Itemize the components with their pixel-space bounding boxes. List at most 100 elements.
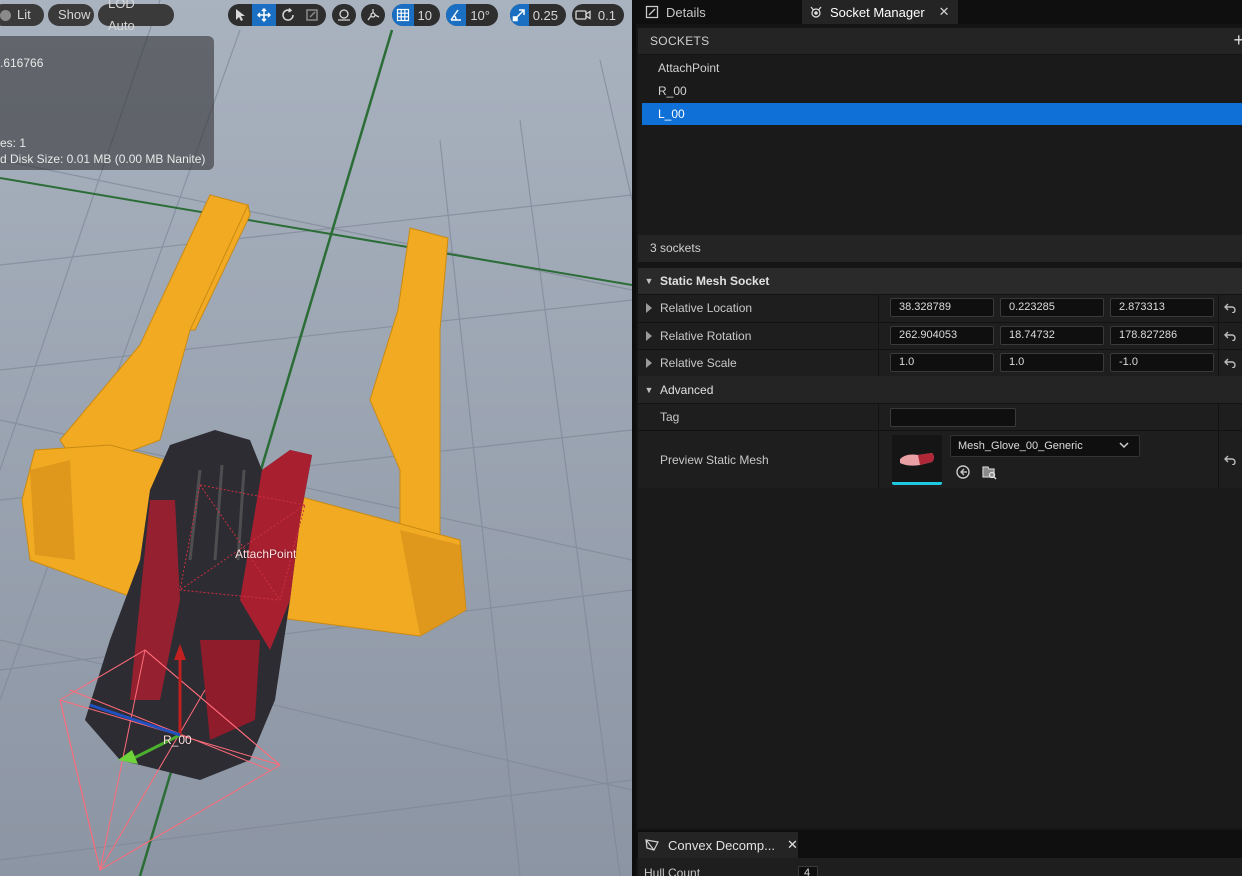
camera-icon[interactable] [572, 4, 594, 26]
grid-snap-icon[interactable] [392, 4, 414, 26]
viewport[interactable]: AttachPoint R_00 .616766 es: 1 d Disk Si… [0, 0, 632, 876]
stats-line-3: d Disk Size: 0.01 MB (0.00 MB Nanite) [0, 152, 206, 166]
select-arrow-icon[interactable] [228, 4, 252, 26]
translate-icon[interactable] [252, 4, 276, 26]
hull-count-field[interactable]: 4 [798, 866, 818, 876]
stats-line-2: es: 1 [0, 136, 27, 150]
camera-speed-value: 0.1 [597, 7, 616, 23]
socket-item-r00[interactable]: R_00 [642, 80, 1242, 102]
column-divider [878, 323, 879, 349]
reset-arrow-icon[interactable] [1222, 328, 1238, 344]
relative-scale-x-field[interactable]: 1.0 [890, 353, 994, 372]
category-static-mesh-socket[interactable]: ▼ Static Mesh Socket [638, 268, 1242, 294]
relative-rotation-y-field[interactable]: 18.74732 [1000, 326, 1104, 345]
preview-mesh-dropdown[interactable]: Mesh_Glove_00_Generic [950, 435, 1140, 457]
tag-input[interactable] [890, 408, 1016, 427]
expand-arrow-icon[interactable] [646, 303, 652, 313]
socket-item-attachpoint[interactable]: AttachPoint [642, 57, 1242, 79]
socket-manager-panel: Details Socket Manager ✕ SOCKETS + Attac… [632, 0, 1242, 876]
details-pencil-icon [644, 4, 660, 20]
use-selected-asset-icon[interactable] [954, 463, 972, 481]
row-preview-static-mesh: Preview Static Mesh Mesh_Glove_00_Generi… [638, 430, 1242, 488]
rotate-icon[interactable] [276, 4, 300, 26]
column-divider [878, 431, 879, 488]
local-space-icon[interactable] [361, 4, 385, 26]
tab-socket-manager[interactable]: Socket Manager ✕ [802, 0, 958, 24]
relative-location-z-field[interactable]: 2.873313 [1110, 298, 1214, 317]
column-divider [1218, 431, 1219, 488]
reset-arrow-icon[interactable] [1222, 300, 1238, 316]
preview-static-mesh-label: Preview Static Mesh [660, 453, 769, 467]
relative-scale-y-field[interactable]: 1.0 [1000, 353, 1104, 372]
socket-list: AttachPoint R_00 L_00 [638, 55, 1242, 235]
tab-socket-manager-label: Socket Manager [830, 4, 925, 20]
rotation-snap-group[interactable]: 10° [446, 4, 498, 26]
mesh-thumbnail[interactable] [892, 435, 942, 485]
details-empty-area [638, 488, 1242, 828]
scale-snap-value: 0.25 [532, 7, 558, 23]
transform-tools-group [228, 4, 326, 26]
expand-arrow-icon[interactable] [646, 358, 652, 368]
relative-rotation-x-field[interactable]: 262.904053 [890, 326, 994, 345]
collapse-arrow-icon: ▼ [644, 384, 654, 395]
tab-details[interactable]: Details [638, 0, 798, 24]
lit-label: Lit [17, 7, 31, 22]
socket-manager-icon [808, 4, 824, 20]
row-relative-rotation: Relative Rotation 262.904053 18.74732 17… [638, 322, 1242, 349]
grid-snap-group[interactable]: 10 [392, 4, 440, 26]
row-relative-location: Relative Location 38.328789 0.223285 2.8… [638, 294, 1242, 322]
tab-details-label: Details [666, 4, 706, 20]
browse-asset-icon[interactable] [980, 463, 998, 481]
rotation-snap-icon[interactable] [446, 4, 467, 26]
r00-socket-label: R_00 [163, 733, 192, 747]
column-divider [1218, 295, 1219, 322]
row-hull-count: Hull Count 4 [638, 858, 1242, 876]
show-button[interactable]: Show [48, 4, 94, 26]
tab-convex-decomposition[interactable]: Convex Decomp... ✕ [638, 832, 798, 858]
thumbnail-accent-bar [892, 482, 942, 485]
socket-item-l00[interactable]: L_00 [642, 103, 1242, 125]
lit-button[interactable]: Lit [0, 4, 44, 26]
sockets-header: SOCKETS + [638, 28, 1242, 54]
column-divider [878, 404, 879, 430]
category-title: Static Mesh Socket [660, 274, 770, 288]
tag-label: Tag [660, 410, 680, 424]
relative-scale-label: Relative Scale [660, 356, 737, 370]
add-socket-icon[interactable]: + [1233, 31, 1242, 49]
scale-snap-icon[interactable] [510, 4, 529, 26]
column-divider [1218, 350, 1219, 376]
panel-tab-bar: Details Socket Manager ✕ [636, 0, 1242, 24]
column-divider [878, 350, 879, 376]
column-divider [1218, 323, 1219, 349]
lod-button[interactable]: LOD Auto [98, 0, 174, 33]
convex-decomposition-icon [644, 837, 660, 853]
local-space-group [361, 4, 385, 26]
expand-arrow-icon[interactable] [646, 331, 652, 341]
camera-speed-group[interactable]: 0.1 [572, 4, 624, 26]
row-tag: Tag [638, 403, 1242, 430]
scale-snap-group[interactable]: 0.25 [510, 4, 566, 26]
scale-icon[interactable] [300, 4, 324, 26]
attachpoint-socket-label: AttachPoint [235, 547, 297, 561]
reset-arrow-icon[interactable] [1222, 452, 1238, 468]
category-advanced[interactable]: ▼ Advanced [638, 376, 1242, 403]
socket-count: 3 sockets [638, 235, 1242, 262]
column-divider [1218, 404, 1219, 430]
surface-snap-icon[interactable] [332, 4, 356, 26]
relative-location-x-field[interactable]: 38.328789 [890, 298, 994, 317]
close-tab-icon[interactable]: ✕ [939, 4, 950, 20]
viewport-stats-overlay: .616766 es: 1 d Disk Size: 0.01 MB (0.00… [0, 36, 214, 170]
stats-line-1: .616766 [0, 56, 44, 70]
convex-decomposition-label: Convex Decomp... [668, 837, 775, 853]
relative-scale-z-field[interactable]: -1.0 [1110, 353, 1214, 372]
hull-count-label: Hull Count [644, 866, 701, 876]
surface-snap-group [332, 4, 356, 26]
relative-location-y-field[interactable]: 0.223285 [1000, 298, 1104, 317]
close-tab-icon[interactable]: ✕ [787, 837, 798, 853]
relative-location-label: Relative Location [660, 301, 753, 315]
bottom-tab-bar: Convex Decomp... ✕ [636, 830, 1242, 858]
reset-arrow-icon[interactable] [1222, 355, 1238, 371]
column-divider [878, 295, 879, 322]
lit-sphere-icon [0, 9, 11, 21]
relative-rotation-z-field[interactable]: 178.827286 [1110, 326, 1214, 345]
